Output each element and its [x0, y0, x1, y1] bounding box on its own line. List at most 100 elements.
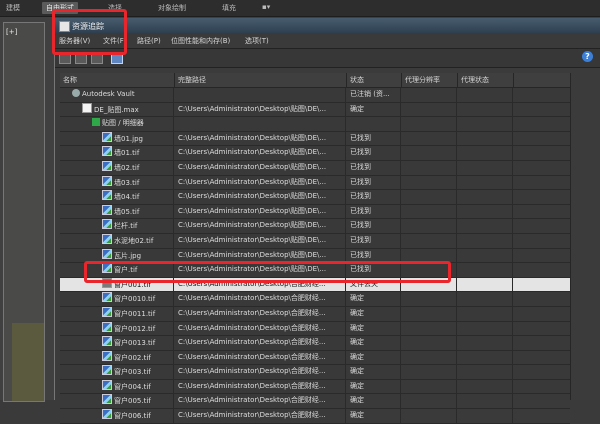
cell-name: 贴图 / 明细器: [60, 117, 174, 131]
image-file-icon: [102, 219, 112, 230]
cell-proxy-status: [458, 233, 513, 248]
cell-status: 已找到: [347, 131, 401, 146]
cell-status: 确定: [347, 394, 401, 409]
cell-path: C:\Users\Administrator\Desktop\合肥财经...: [175, 394, 346, 409]
image-file-icon: [102, 190, 112, 201]
cell-proxy-resolution: [402, 88, 457, 102]
cell-proxy-resolution: [402, 117, 457, 131]
menu-populate[interactable]: 填充: [222, 3, 236, 13]
table-row[interactable]: 窗户003.tif C:\Users\Administrator\Desktop\…: [60, 365, 570, 380]
scene-geometry: [12, 323, 44, 401]
col-full-path[interactable]: 完整路径: [175, 73, 347, 87]
cell-path: C:\Users\Administrator\Desktop\贴图\DE\...: [175, 131, 346, 146]
row-name-text: 窗户0011.tif: [114, 309, 156, 318]
table-row[interactable]: 墙04.tif C:\Users\Administrator\Desktop\贴图…: [60, 190, 570, 205]
row-name-text: 水泥地02.tif: [114, 236, 154, 245]
table-row[interactable]: DE_贴图.max C:\Users\Administrator\Desktop\…: [60, 102, 570, 118]
dialog-menubar: 服务器(V) 文件(F) 路径(P) 位图性能和内存(B) 选项(T): [55, 33, 600, 49]
col-name[interactable]: 名称: [60, 73, 175, 87]
image-file-icon: [102, 350, 112, 361]
cell-proxy-resolution: [402, 102, 457, 117]
cell-path: C:\Users\Administrator\Desktop\合肥财经...: [175, 336, 346, 350]
viewport[interactable]: [+]: [3, 22, 45, 402]
help-icon[interactable]: ?: [582, 51, 593, 62]
table-body: Autodesk Vault 已注销 (资... DE_贴图.max C:\Users…: [60, 88, 570, 424]
table-row[interactable]: 水泥地02.tif C:\Users\Administrator\Desktop\…: [60, 233, 570, 249]
col-proxy-resolution[interactable]: 代理分辨率: [402, 73, 458, 87]
dialog-titlebar[interactable]: 资源追踪: [55, 18, 600, 33]
table-row[interactable]: Autodesk Vault 已注销 (资...: [60, 88, 570, 103]
cell-status: 确定: [347, 336, 401, 350]
cell-status: 已找到: [347, 233, 401, 248]
cell-name: 窗户002.tif: [60, 350, 174, 365]
cell-path: C:\Users\Administrator\Desktop\贴图\DE\...: [175, 175, 346, 190]
cell-proxy-resolution: [402, 190, 457, 204]
cell-name: 窗户0011.tif: [60, 306, 174, 321]
table-row[interactable]: 窗户006.tif C:\Users\Administrator\Desktop\…: [60, 409, 570, 424]
cell-proxy-resolution: [402, 146, 457, 160]
cell-status: 已找到: [347, 146, 401, 160]
cell-proxy-resolution: [402, 204, 457, 219]
cell-status: 确定: [347, 321, 401, 336]
menu-options[interactable]: 选项(T): [245, 36, 269, 46]
asset-tracking-dialog: 资源追踪 服务器(V) 文件(F) 路径(P) 位图性能和内存(B) 选项(T)…: [54, 18, 600, 424]
table-row[interactable]: 窗户0012.tif C:\Users\Administrator\Desktop…: [60, 321, 570, 337]
image-file-icon: [102, 292, 112, 303]
cell-name: 墙01.tif: [60, 146, 174, 160]
table-row[interactable]: 墙01.jpg C:\Users\Administrator\Desktop\贴图…: [60, 131, 570, 147]
table-row[interactable]: 窗户0013.tif C:\Users\Administrator\Desktop…: [60, 336, 570, 351]
cell-status: 确定: [347, 102, 401, 117]
cell-proxy-status: [458, 117, 513, 131]
cell-proxy-resolution: [402, 379, 457, 394]
row-name-text: 窗户002.tif: [114, 353, 151, 362]
table-row[interactable]: 栏杆.tif C:\Users\Administrator\Desktop\贴图\…: [60, 219, 570, 234]
image-file-icon: [102, 379, 112, 390]
table-row[interactable]: 窗户005.tif C:\Users\Administrator\Desktop\…: [60, 394, 570, 410]
cell-proxy-status: [458, 336, 513, 350]
image-file-icon: [102, 394, 112, 405]
image-file-icon: [102, 336, 112, 347]
cell-name: 墙02.tif: [60, 160, 174, 175]
row-name-text: 窗户0012.tif: [114, 324, 156, 333]
cell-name: 墙05.tif: [60, 204, 174, 219]
table-row[interactable]: 窗户0010.tif C:\Users\Administrator\Desktop…: [60, 292, 570, 307]
cell-path: C:\Users\Administrator\Desktop\贴图\DE\...: [175, 190, 346, 204]
table-row[interactable]: 贴图 / 明细器: [60, 117, 570, 132]
cell-proxy-status: [458, 365, 513, 379]
cell-name: 墙04.tif: [60, 190, 174, 204]
cell-name: 窗户0010.tif: [60, 292, 174, 306]
cell-proxy-status: [458, 248, 513, 263]
asset-table: 名称 完整路径 状态 代理分辨率 代理状态 Autodesk Vault 已注销 …: [60, 73, 570, 424]
menu-bitmap-performance[interactable]: 位图性能和内存(B): [171, 36, 230, 46]
menu-object-paint[interactable]: 对象绘制: [158, 3, 186, 13]
cell-proxy-resolution: [402, 292, 457, 306]
cell-path: C:\Users\Administrator\Desktop\合肥财经...: [175, 379, 346, 394]
table-row[interactable]: 墙01.tif C:\Users\Administrator\Desktop\贴图…: [60, 146, 570, 161]
table-row[interactable]: 墙05.tif C:\Users\Administrator\Desktop\贴图…: [60, 204, 570, 220]
cell-status: 确定: [347, 409, 401, 423]
table-row[interactable]: 窗户0011.tif C:\Users\Administrator\Desktop…: [60, 306, 570, 322]
table-row[interactable]: 窗户002.tif C:\Users\Administrator\Desktop\…: [60, 350, 570, 366]
folder-icon: [92, 118, 100, 127]
table-row[interactable]: 墙02.tif C:\Users\Administrator\Desktop\贴图…: [60, 160, 570, 176]
viewport-label[interactable]: [+]: [6, 28, 17, 36]
col-status[interactable]: 状态: [347, 73, 402, 87]
cell-proxy-status: [458, 204, 513, 219]
cell-proxy-resolution: [402, 409, 457, 423]
cell-status: 确定: [347, 292, 401, 306]
cell-name: 窗户006.tif: [60, 409, 174, 423]
col-proxy-status[interactable]: 代理状态: [458, 73, 514, 87]
image-file-icon: [102, 365, 112, 376]
table-row[interactable]: 墙03.tif C:\Users\Administrator\Desktop\贴图…: [60, 175, 570, 191]
cell-proxy-status: [458, 175, 513, 190]
cell-proxy-resolution: [402, 306, 457, 321]
menu-path[interactable]: 路径(P): [137, 36, 161, 46]
table-row[interactable]: 窗户004.tif C:\Users\Administrator\Desktop\…: [60, 379, 570, 395]
cell-proxy-status: [458, 277, 513, 292]
row-name-text: 窗户003.tif: [114, 368, 151, 377]
menu-more-dropdown[interactable]: ▪▾: [262, 3, 270, 11]
menu-modeling[interactable]: 建模: [6, 3, 20, 13]
cell-path: C:\Users\Administrator\Desktop\贴图\DE\...: [175, 233, 346, 248]
image-file-icon: [102, 175, 112, 186]
cell-path: [175, 117, 346, 131]
